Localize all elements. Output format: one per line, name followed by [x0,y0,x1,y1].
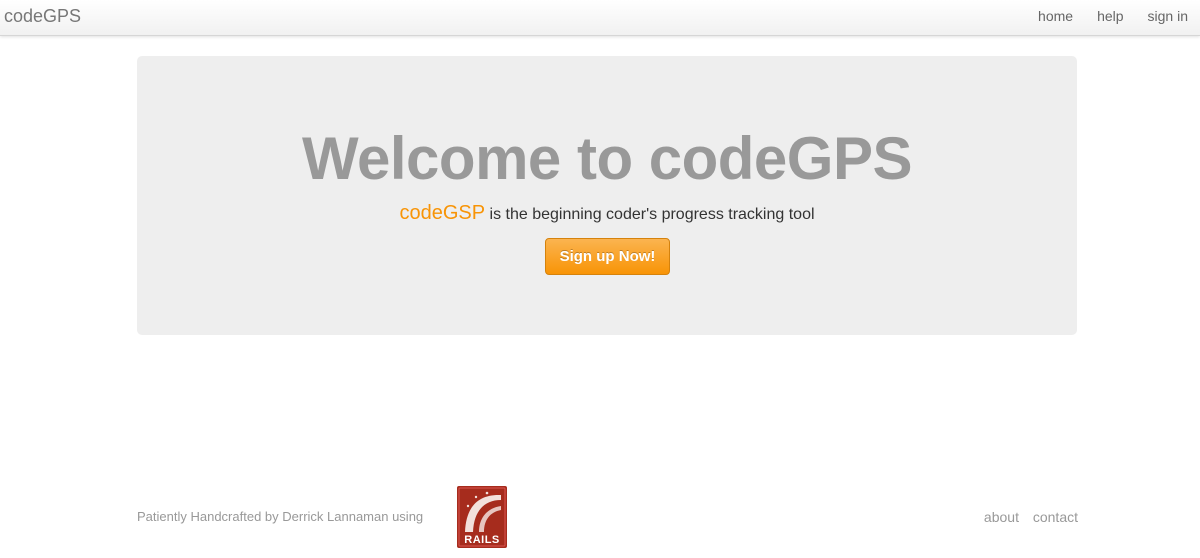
signup-button[interactable]: Sign up Now! [545,238,670,275]
hero-tagline: codeGSP is the beginning coder's progres… [137,200,1077,228]
nav-sign-in-link[interactable]: sign in [1136,8,1200,24]
brand-link[interactable]: codeGPS [4,6,81,27]
nav-links: home help sign in [1026,0,1200,35]
hero-title: Welcome to codeGPS [301,125,913,192]
footer-about-link[interactable]: about [984,509,1019,525]
footer-links: about contact [974,509,1078,525]
rails-logo-text: RAILS [464,534,500,546]
nav-help-link[interactable]: help [1085,8,1135,24]
nav-home-link[interactable]: home [1026,8,1085,24]
rails-logo-icon: RAILS [457,486,507,548]
top-navbar: codeGPS home help sign in [0,0,1200,36]
footer-credit: Patiently Handcrafted by Derrick Lannama… [137,509,424,524]
hero-unit: Welcome to codeGPS codeGSP is the beginn… [137,56,1077,335]
tagline-text: is the beginning coder's progress tracki… [485,206,815,223]
tagline-brand-name: codeGSP [399,202,486,224]
footer-contact-link[interactable]: contact [1033,509,1078,525]
